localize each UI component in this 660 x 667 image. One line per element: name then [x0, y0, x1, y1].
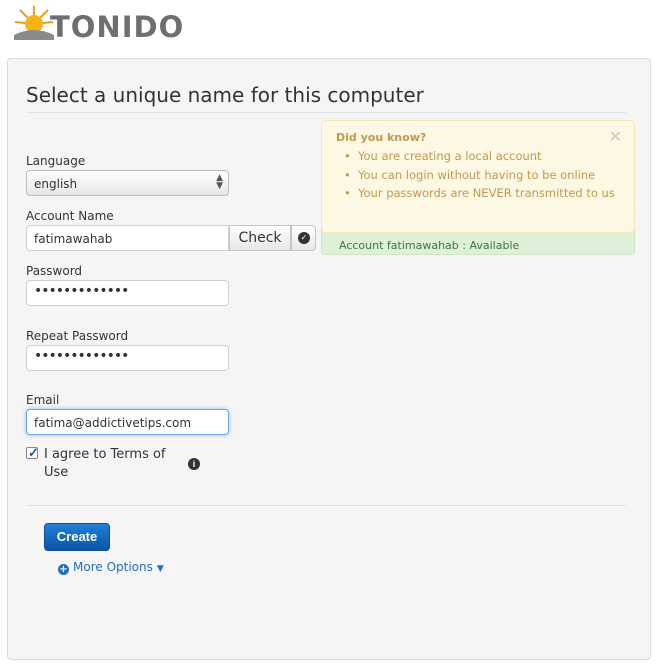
- tip-title: Did you know?: [336, 131, 427, 144]
- create-button[interactable]: Create: [44, 523, 110, 551]
- tip-item: You can login without having to be onlin…: [344, 166, 618, 185]
- password-label: Password: [26, 264, 83, 278]
- repeat-password-input[interactable]: •••••••••••••: [26, 345, 229, 371]
- tip-item: You are creating a local account: [344, 147, 618, 166]
- info-icon[interactable]: i: [188, 458, 200, 470]
- account-name-input[interactable]: fatimawahab: [26, 225, 229, 251]
- page-title: Select a unique name for this computer: [26, 83, 424, 107]
- select-arrows-icon: ▲ ▼: [216, 173, 223, 191]
- account-name-label: Account Name: [26, 209, 114, 223]
- language-select[interactable]: english ▲ ▼: [26, 170, 229, 196]
- availability-status-button[interactable]: ✓: [291, 225, 316, 251]
- tip-list: You are creating a local account You can…: [336, 147, 618, 203]
- language-value: english: [34, 177, 78, 191]
- close-icon[interactable]: ✕: [609, 127, 622, 146]
- check-button[interactable]: Check: [229, 225, 291, 251]
- more-options-link[interactable]: + More Options ▼: [58, 560, 164, 575]
- account-name-value: fatimawahab: [34, 232, 113, 246]
- email-label: Email: [26, 393, 60, 407]
- email-input[interactable]: fatima@addictivetips.com: [26, 409, 229, 435]
- language-label: Language: [26, 154, 86, 168]
- did-you-know-tip: Did you know? ✕ You are creating a local…: [321, 120, 635, 233]
- email-value: fatima@addictivetips.com: [34, 416, 192, 430]
- terms-label[interactable]: I agree to Terms of Use: [44, 446, 174, 482]
- plus-icon: +: [58, 564, 69, 575]
- repeat-password-value: •••••••••••••: [34, 348, 129, 364]
- caret-down-icon: ▼: [156, 564, 164, 574]
- password-input[interactable]: •••••••••••••: [26, 280, 229, 306]
- ok-circle-icon: ✓: [298, 232, 310, 244]
- availability-message: Account fatimawahab : Available: [339, 239, 520, 252]
- setup-panel: Select a unique name for this computer L…: [7, 58, 651, 660]
- divider: [26, 112, 626, 113]
- repeat-password-label: Repeat Password: [26, 329, 129, 343]
- tip-item: Your passwords are NEVER transmitted to …: [344, 184, 618, 203]
- checkbox-check-icon: ✓: [28, 445, 39, 460]
- divider: [26, 505, 626, 506]
- tonido-logo: TONIDO: [12, 4, 183, 44]
- terms-checkbox[interactable]: ✓: [26, 445, 39, 460]
- logo-text: TONIDO: [50, 10, 185, 44]
- more-options-label: More Options: [73, 560, 153, 574]
- password-value: •••••••••••••: [34, 283, 129, 299]
